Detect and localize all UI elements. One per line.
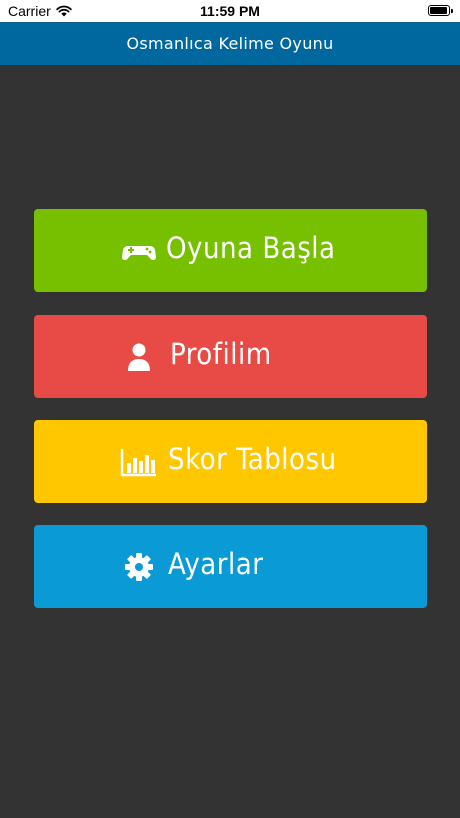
settings-button[interactable]: Ayarlar xyxy=(34,525,427,608)
status-bar: Carrier 11:59 PM xyxy=(0,0,460,22)
scoreboard-label: Skor Tablosu xyxy=(168,442,337,476)
scoreboard-button[interactable]: Skor Tablosu xyxy=(34,420,427,503)
profile-label: Profilim xyxy=(170,337,272,371)
gear-icon xyxy=(125,553,153,581)
status-time: 11:59 PM xyxy=(200,3,260,19)
profile-button[interactable]: Profilim xyxy=(34,315,427,398)
start-game-button[interactable]: Oyuna Başla xyxy=(34,209,427,292)
battery-icon xyxy=(428,5,453,16)
start-game-label: Oyuna Başla xyxy=(166,231,336,265)
user-icon xyxy=(128,343,150,371)
page-title: Osmanlıca Kelime Oyunu xyxy=(126,34,334,53)
gamepad-icon xyxy=(122,246,156,260)
navigation-bar: Osmanlıca Kelime Oyunu xyxy=(0,22,460,65)
settings-label: Ayarlar xyxy=(168,547,264,581)
bar-chart-icon xyxy=(120,449,156,477)
